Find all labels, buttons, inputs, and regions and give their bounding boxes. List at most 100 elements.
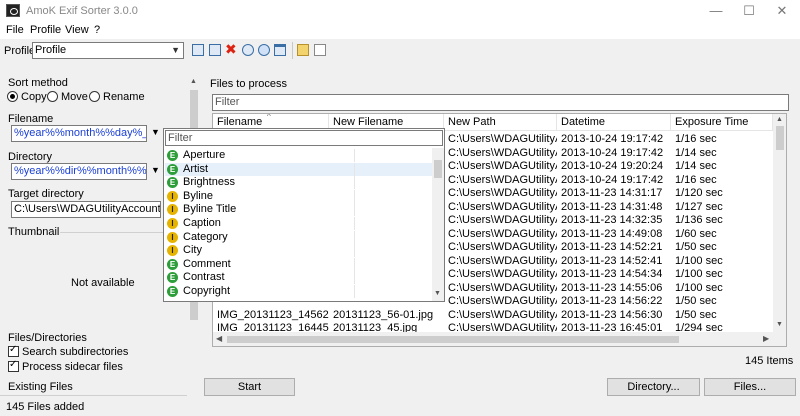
menu-file[interactable]: File xyxy=(6,24,24,36)
filename-field[interactable]: %year%%month%%day%_%mi xyxy=(11,125,147,142)
directory-chevron-icon[interactable]: ▼ xyxy=(151,165,160,175)
table-cell: C:\Users\WDAGUtilityAc... xyxy=(448,146,557,159)
refresh-icon[interactable] xyxy=(242,44,254,56)
table-cell: 1/60 sec xyxy=(675,227,717,240)
table-cell: C:\Users\WDAGUtilityAc... xyxy=(448,214,557,226)
table-cell: 1/50 sec xyxy=(675,241,717,253)
save-as-icon[interactable] xyxy=(209,44,221,56)
dropdown-item[interactable]: E Contrast xyxy=(165,271,433,285)
dropdown-item[interactable]: I Byline xyxy=(165,189,433,203)
table-cell: 2013-11-23 14:52:41 xyxy=(561,254,663,267)
maximize-button[interactable]: ☐ xyxy=(733,0,765,22)
minimize-button[interactable]: — xyxy=(700,0,732,22)
directory-field[interactable]: %year%%dir%%month%%dir% xyxy=(11,163,147,180)
dropdown-filter-input[interactable]: Filter xyxy=(165,130,443,146)
scroll-right-icon[interactable]: ▶ xyxy=(763,334,769,343)
table-cell: C:\Users\WDAGUtilityAc... xyxy=(448,268,557,280)
scroll-left-icon[interactable]: ◀ xyxy=(216,334,222,343)
table-h-thumb[interactable] xyxy=(227,336,679,343)
exif-badge-icon: E xyxy=(167,272,178,284)
dropdown-column-divider xyxy=(354,285,355,298)
scroll-up-icon[interactable]: ▲ xyxy=(776,116,783,123)
radio-rename[interactable]: Rename xyxy=(89,91,145,103)
dropdown-scroll-thumb[interactable] xyxy=(434,160,442,178)
window-icon[interactable] xyxy=(274,44,286,56)
sort-ascending-icon: ^ xyxy=(267,113,271,121)
menu-help[interactable]: ? xyxy=(94,24,100,36)
table-cell: 2013-10-24 19:17:42 xyxy=(561,173,664,186)
table-cell: C:\Users\WDAGUtilityAc... xyxy=(448,160,557,172)
dropdown-item[interactable]: I Byline Title xyxy=(165,203,433,217)
exif-badge-icon: E xyxy=(167,177,178,189)
target-directory-field[interactable]: C:\Users\WDAGUtilityAccount\Deskt xyxy=(11,201,161,218)
search-subdirectories-checkbox[interactable]: Search subdirectories xyxy=(8,344,128,358)
col-filename-label: Filename xyxy=(217,116,263,128)
table-cell: C:\Users\WDAGUtilityAc... xyxy=(448,227,557,240)
process-sidecar-checkbox[interactable]: Process sidecar files xyxy=(8,359,123,373)
iptc-badge-icon: I xyxy=(167,190,178,202)
save-icon[interactable] xyxy=(192,44,204,56)
dropdown-item-label: Brightness xyxy=(183,176,235,189)
dropdown-item-label: Byline Title xyxy=(183,203,237,216)
app-icon xyxy=(6,4,20,17)
table-filter-input[interactable]: Filter xyxy=(212,94,789,111)
exif-badge-icon: E xyxy=(167,258,178,270)
exif-badge-icon: E xyxy=(167,163,178,175)
open-folder-icon[interactable] xyxy=(297,44,309,56)
checkbox-indicator xyxy=(8,344,19,357)
dropdown-scrollbar[interactable]: ▼ xyxy=(432,148,444,301)
dropdown-item[interactable]: I Caption xyxy=(165,217,433,230)
dropdown-item[interactable]: I Category xyxy=(165,230,433,244)
profile-label: Profile xyxy=(4,45,36,57)
table-cell: C:\Users\WDAGUtilityAc... xyxy=(448,281,557,294)
edit-icon[interactable] xyxy=(314,44,326,56)
checkbox-indicator xyxy=(8,359,19,372)
table-cell: 1/16 sec xyxy=(675,173,717,186)
files-button[interactable]: Files... xyxy=(704,378,796,396)
dropdown-item[interactable]: E Comment xyxy=(165,257,433,271)
table-cell: 2013-11-23 14:32:35 xyxy=(561,214,663,226)
start-button[interactable]: Start xyxy=(204,378,295,396)
dropdown-item[interactable]: E Copyright xyxy=(165,285,433,298)
table-cell: 2013-10-24 19:20:24 xyxy=(561,160,664,172)
table-cell: C:\Users\WDAGUtilityAc... xyxy=(448,200,557,213)
filename-chevron-icon[interactable]: ▼ xyxy=(151,127,160,137)
status-text: 145 Files added xyxy=(6,401,85,413)
col-exposure-time[interactable]: Exposure Time xyxy=(671,114,773,131)
table-cell: 1/50 sec xyxy=(675,308,717,321)
dropdown-item[interactable]: I City xyxy=(165,244,433,258)
scroll-up-icon[interactable]: ▲ xyxy=(190,78,197,85)
menu-profile[interactable]: Profile xyxy=(30,24,61,36)
dropdown-item[interactable]: E Artist xyxy=(165,162,433,176)
radio-move[interactable]: Move xyxy=(47,91,88,103)
table-cell: 20131123_56-01.jpg xyxy=(333,308,434,321)
radio-rename-indicator xyxy=(89,91,100,102)
table-h-scrollbar[interactable]: ◀ ▶ xyxy=(213,332,786,346)
profile-select[interactable]: Profile ▼ xyxy=(32,42,184,59)
table-cell: C:\Users\WDAGUtilityAc... xyxy=(448,308,557,321)
table-v-thumb[interactable] xyxy=(776,126,784,150)
dropdown-item[interactable]: E Brightness xyxy=(165,176,433,190)
dropdown-item[interactable]: E Aperture xyxy=(165,149,433,162)
table-row[interactable]: IMG_20131123_145629.jpg 20131123_56-01.jp… xyxy=(213,309,773,322)
directory-button[interactable]: Directory... xyxy=(607,378,700,396)
table-cell: 2013-11-23 14:56:30 xyxy=(561,308,663,321)
close-button[interactable]: ✕ xyxy=(766,0,798,22)
thumbnail-label: Thumbnail xyxy=(8,226,60,238)
col-new-path[interactable]: New Path xyxy=(444,114,557,131)
scroll-down-icon[interactable]: ▼ xyxy=(434,290,441,297)
dropdown-column-divider xyxy=(354,162,355,176)
dropdown-item-label: Aperture xyxy=(183,149,226,161)
delete-icon[interactable]: ✖ xyxy=(225,41,237,58)
items-count: 145 Items xyxy=(745,355,794,367)
scroll-down-icon[interactable]: ▼ xyxy=(776,321,783,328)
status-divider xyxy=(0,395,200,396)
table-v-scrollbar[interactable]: ▲ ▼ xyxy=(773,114,786,332)
radio-copy[interactable]: Copy xyxy=(7,91,47,103)
table-cell: 1/14 sec xyxy=(675,146,717,159)
dropdown-item-label: Artist xyxy=(183,162,209,175)
menu-view[interactable]: View xyxy=(65,24,89,36)
thumbnail-placeholder: Not available xyxy=(71,277,135,289)
globe-icon[interactable] xyxy=(258,44,270,56)
col-datetime[interactable]: Datetime xyxy=(557,114,671,131)
